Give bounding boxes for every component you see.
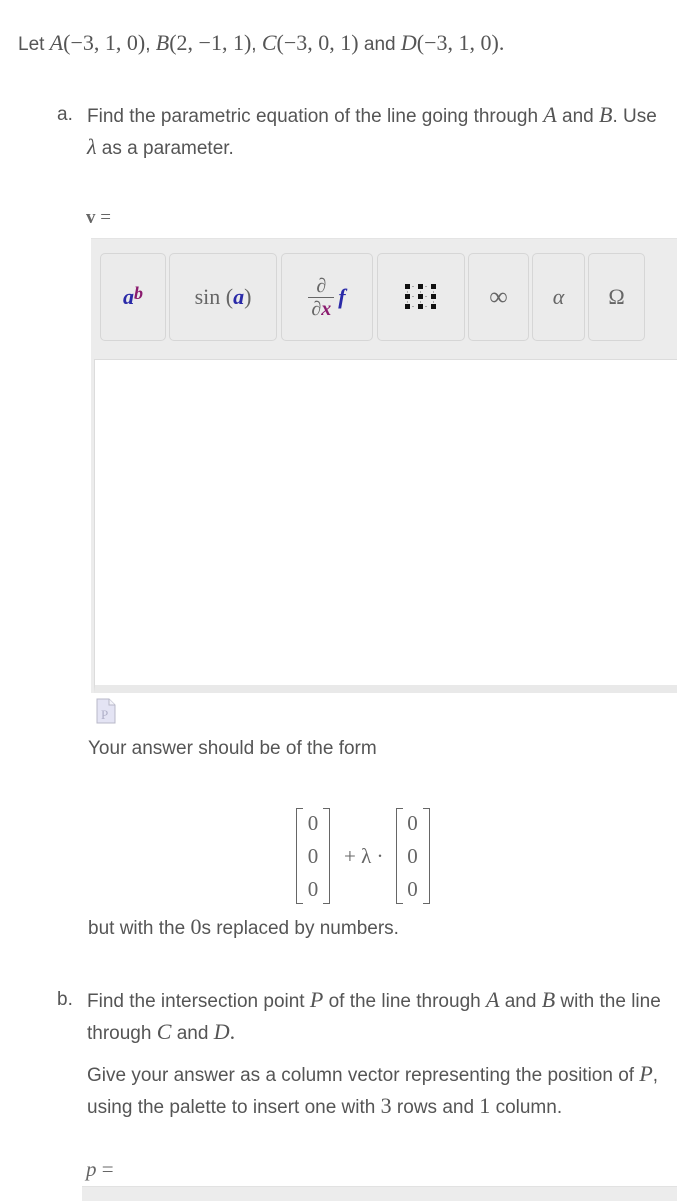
var-a: A [543, 102, 557, 127]
text: Give your answer as a column vector repr… [87, 1065, 640, 1086]
text: s replaced by numbers. [201, 918, 399, 939]
function-button[interactable]: sin (a) [169, 253, 277, 341]
var-c: C [156, 1019, 172, 1044]
vector-entry: 0 [407, 877, 418, 901]
point-d-coords: (−3, 1, 0) [416, 30, 499, 55]
matrix-icon [405, 284, 436, 309]
partial-var: x [321, 297, 332, 320]
text: as a parameter. [96, 138, 234, 159]
answer-b-input[interactable] [82, 1186, 677, 1201]
point-b-coords: (2, −1, 1) [169, 30, 252, 55]
point-c-coords: (−3, 0, 1) [276, 30, 359, 55]
zero-symbol: 0 [190, 914, 202, 939]
function-f: f [338, 284, 346, 309]
question-part-a: a. Find the parametric equation of the l… [57, 100, 657, 164]
text: and [171, 1023, 214, 1044]
part-b-question: Find the intersection point P of the lin… [87, 985, 667, 1049]
vector-point: 0 0 0 [296, 808, 330, 904]
vector-entry: 0 [407, 811, 418, 835]
part-b-label: b. [57, 989, 73, 1010]
point-a-coords: (−3, 1, 0) [63, 30, 146, 55]
matrix-button[interactable] [377, 253, 465, 341]
problem-intro: Let A(−3, 1, 0), B(2, −1, 1), C(−3, 0, 1… [18, 30, 504, 56]
text: of the line through [323, 991, 486, 1012]
infinity-icon: ∞ [489, 282, 508, 311]
answer-form-hint: Your answer should be of the form [88, 738, 377, 759]
infinity-button[interactable]: ∞ [468, 253, 529, 341]
preview-file-icon[interactable]: P [96, 698, 116, 724]
text: Find the intersection point [87, 991, 310, 1012]
point-c-name: C [261, 30, 277, 55]
greek-button[interactable]: α [532, 253, 585, 341]
text: and [556, 106, 600, 127]
answer-b-label: p = [86, 1157, 114, 1182]
power-exponent: b [134, 282, 143, 303]
answer-a-input[interactable] [94, 359, 677, 693]
part-b-instructions: Give your answer as a column vector repr… [87, 1059, 667, 1123]
answer-form-formula: 0 0 0 + λ · 0 0 0 [296, 808, 430, 904]
var-b: B [541, 987, 556, 1012]
intro-end: . [498, 30, 505, 55]
vector-entry: 0 [307, 877, 319, 901]
part-a-label: a. [57, 104, 73, 125]
part-b-text: Find the intersection point P of the lin… [87, 985, 667, 1123]
param-lambda: λ [87, 134, 97, 159]
symbols-button[interactable]: Ω [588, 253, 645, 341]
sep: , [145, 34, 156, 55]
point-d-name: D [400, 30, 417, 55]
intro-prefix: Let [18, 34, 50, 55]
answer-a-label: v = [86, 207, 111, 229]
var-p: P [639, 1061, 653, 1086]
vector-entry: 0 [307, 844, 319, 868]
question-part-b: b. Find the intersection point P of the … [57, 985, 667, 1133]
vector-entry: 0 [407, 844, 418, 868]
partial-numerator: ∂ [316, 274, 327, 297]
text: column. [490, 1097, 563, 1118]
part-a-text: Find the parametric equation of the line… [87, 100, 657, 164]
point-a-name: A [49, 30, 64, 55]
fn-name: sin [194, 284, 221, 309]
svg-text:P: P [101, 707, 108, 722]
point-b-name: B [155, 30, 170, 55]
palette-toolbar: ab sin (a) ∂ ∂x f ∞ α Ω [91, 239, 677, 357]
text: and [499, 991, 542, 1012]
rows-count: 3 [380, 1093, 392, 1118]
var-v: v [86, 207, 96, 228]
var-p: P [309, 987, 324, 1012]
text: . Use [612, 106, 657, 127]
var-p-lower: p [86, 1157, 97, 1181]
text: . [229, 1019, 236, 1044]
cols-count: 1 [479, 1093, 491, 1118]
and-word: and [358, 34, 401, 55]
text: Find the parametric equation of the line… [87, 106, 544, 127]
power-base: a [123, 284, 134, 309]
plus-lambda-operator: + λ · [344, 843, 384, 868]
equals: = [96, 1157, 114, 1181]
vector-direction: 0 0 0 [395, 808, 430, 904]
var-d: D [213, 1019, 230, 1044]
text: but with the [88, 918, 191, 939]
vector-entry: 0 [307, 811, 319, 835]
omega-icon: Ω [608, 284, 625, 309]
equals: = [95, 207, 111, 228]
var-b: B [599, 102, 613, 127]
sep: , [251, 34, 262, 55]
derivative-button[interactable]: ∂ ∂x f [281, 253, 373, 341]
replace-zeros-note: but with the 0s replaced by numbers. [88, 914, 399, 940]
math-editor: ab sin (a) ∂ ∂x f ∞ α Ω [91, 238, 677, 693]
fn-arg: a [233, 284, 245, 309]
text: rows and [391, 1097, 480, 1118]
derivative-fraction: ∂ ∂x [308, 274, 335, 320]
partial-denominator: ∂ [311, 297, 322, 320]
power-button[interactable]: ab [100, 253, 166, 341]
alpha-icon: α [552, 284, 565, 309]
var-a: A [485, 987, 500, 1012]
